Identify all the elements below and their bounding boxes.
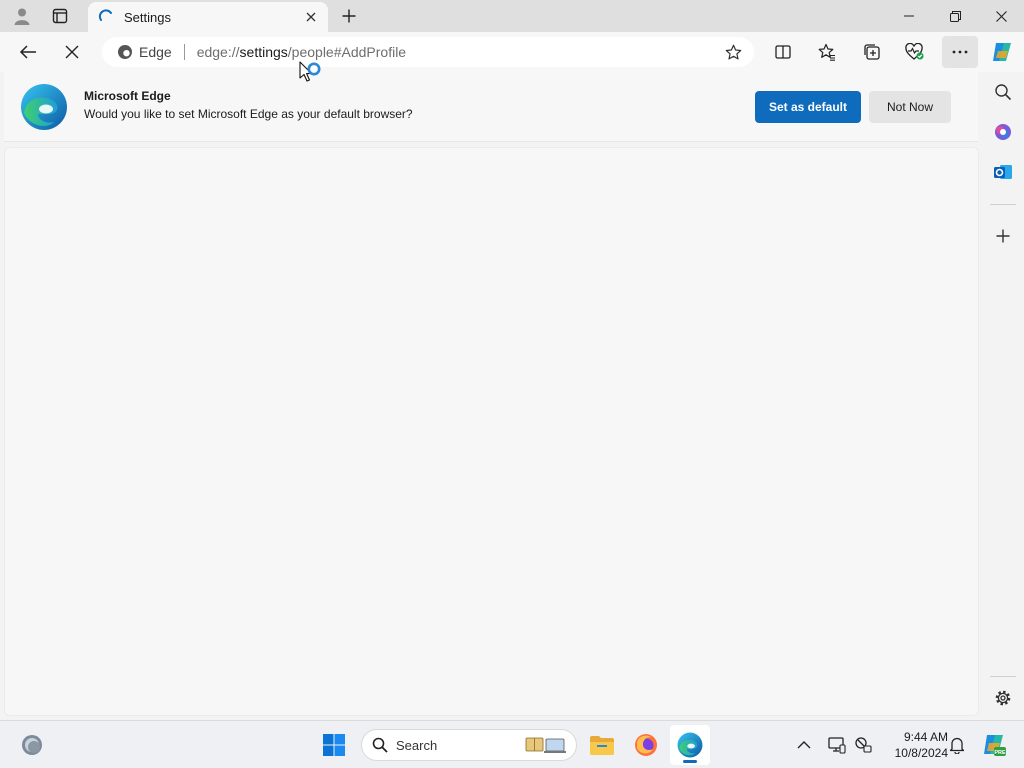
tab-actions-button[interactable] bbox=[41, 0, 79, 32]
bell-icon bbox=[949, 737, 965, 754]
sidebar-add-button[interactable] bbox=[986, 219, 1020, 253]
restore-button[interactable] bbox=[932, 0, 978, 32]
new-tab-button[interactable] bbox=[336, 3, 362, 29]
url-host: settings bbox=[239, 44, 288, 60]
address-bar[interactable]: Edge edge://settings/people#AddProfile bbox=[102, 37, 754, 67]
not-now-button[interactable]: Not Now bbox=[869, 91, 951, 123]
title-bar: Settings bbox=[0, 0, 1024, 32]
minimize-button[interactable] bbox=[886, 0, 932, 32]
svg-text:PRE: PRE bbox=[994, 750, 1006, 756]
search-highlight-icon bbox=[525, 737, 566, 753]
profile-button[interactable] bbox=[3, 0, 41, 32]
search-icon bbox=[372, 737, 388, 753]
system-clock[interactable]: 9:44 AM 10/8/2024 bbox=[878, 729, 948, 761]
edge-taskbar-button[interactable] bbox=[670, 725, 710, 765]
loading-spinner-icon bbox=[98, 9, 112, 21]
restore-icon bbox=[949, 10, 961, 22]
infobar-message: Would you like to set Microsoft Edge as … bbox=[84, 107, 413, 121]
split-screen-button[interactable] bbox=[767, 36, 799, 68]
copilot-button[interactable] bbox=[986, 36, 1018, 68]
back-arrow-icon bbox=[19, 45, 36, 59]
network-icon bbox=[855, 737, 872, 753]
url-text[interactable]: edge://settings/people#AddProfile bbox=[197, 44, 718, 60]
close-window-icon bbox=[995, 10, 1007, 22]
taskbar-search-box[interactable]: Search bbox=[361, 729, 577, 761]
browser-essentials-icon bbox=[905, 43, 924, 60]
copilot-icon: PRE bbox=[984, 735, 1006, 756]
edge-icon bbox=[677, 732, 703, 758]
firefox-icon bbox=[635, 734, 657, 756]
right-sidebar bbox=[982, 72, 1024, 720]
more-icon bbox=[952, 50, 968, 54]
collections-icon bbox=[864, 44, 880, 60]
widgets-button[interactable] bbox=[12, 725, 52, 765]
minimize-icon bbox=[904, 15, 914, 17]
sidebar-divider bbox=[990, 676, 1016, 677]
clock-time: 9:44 AM bbox=[903, 730, 948, 744]
back-button[interactable] bbox=[12, 36, 44, 68]
stop-loading-icon bbox=[65, 45, 79, 59]
split-screen-icon bbox=[775, 45, 791, 59]
edge-logo-icon bbox=[21, 84, 67, 130]
network-tray-button[interactable] bbox=[848, 725, 878, 765]
show-hidden-icons-button[interactable] bbox=[786, 725, 822, 765]
favorites-button[interactable] bbox=[811, 36, 843, 68]
site-identity-label: Edge bbox=[139, 44, 172, 60]
close-window-button[interactable] bbox=[978, 0, 1024, 32]
set-as-default-button[interactable]: Set as default bbox=[755, 91, 861, 123]
tab-settings[interactable]: Settings bbox=[88, 2, 328, 32]
sidebar-office-button[interactable] bbox=[986, 115, 1020, 149]
sidebar-search-button[interactable] bbox=[986, 75, 1020, 109]
file-explorer-icon bbox=[590, 736, 614, 755]
site-identity[interactable]: Edge bbox=[117, 44, 172, 60]
firefox-button[interactable] bbox=[626, 725, 666, 765]
office-icon bbox=[995, 124, 1011, 140]
edge-logo-icon bbox=[118, 45, 132, 59]
file-explorer-button[interactable] bbox=[582, 725, 622, 765]
default-browser-infobar: Microsoft Edge Would you like to set Mic… bbox=[4, 72, 978, 142]
sidebar-outlook-button[interactable] bbox=[986, 155, 1020, 189]
url-scheme: edge:// bbox=[196, 44, 240, 60]
stop-loading-button[interactable] bbox=[56, 36, 88, 68]
page-content bbox=[4, 147, 979, 716]
favorites-icon bbox=[818, 43, 835, 61]
gear-icon bbox=[995, 690, 1011, 706]
collections-button[interactable] bbox=[856, 36, 888, 68]
url-path: /people#AddProfile bbox=[287, 44, 407, 60]
plus-icon bbox=[342, 9, 356, 23]
taskbar: Search 9:44 AM 10/8/2024 PRE bbox=[0, 720, 1024, 768]
copilot-taskbar-button[interactable]: PRE bbox=[974, 725, 1014, 765]
taskbar-search-label: Search bbox=[396, 737, 438, 753]
add-favorite-button[interactable] bbox=[718, 37, 748, 67]
chevron-up-icon bbox=[797, 741, 811, 749]
busy-cursor-icon bbox=[299, 61, 321, 82]
tab-close-button[interactable] bbox=[300, 6, 322, 28]
more-button[interactable] bbox=[942, 36, 978, 68]
profile-icon bbox=[14, 8, 30, 25]
notifications-button[interactable] bbox=[942, 725, 972, 765]
star-icon bbox=[725, 44, 741, 59]
address-separator bbox=[183, 44, 185, 60]
clock-date: 10/8/2024 bbox=[894, 746, 948, 760]
sidebar-settings-button[interactable] bbox=[986, 681, 1020, 715]
search-icon bbox=[995, 84, 1012, 101]
start-button[interactable] bbox=[314, 725, 354, 765]
windows-start-icon bbox=[323, 734, 345, 756]
tab-actions-icon bbox=[52, 8, 68, 24]
tab-title: Settings bbox=[124, 9, 171, 25]
close-icon bbox=[306, 12, 316, 22]
active-indicator bbox=[683, 760, 697, 763]
browser-essentials-button[interactable] bbox=[899, 36, 931, 68]
copilot-icon bbox=[993, 43, 1011, 61]
infobar-title: Microsoft Edge bbox=[84, 89, 171, 103]
plus-icon bbox=[996, 229, 1010, 243]
display-icon bbox=[828, 737, 846, 754]
sidebar-divider bbox=[990, 204, 1016, 205]
widgets-icon bbox=[22, 735, 42, 755]
outlook-icon bbox=[994, 165, 1012, 179]
